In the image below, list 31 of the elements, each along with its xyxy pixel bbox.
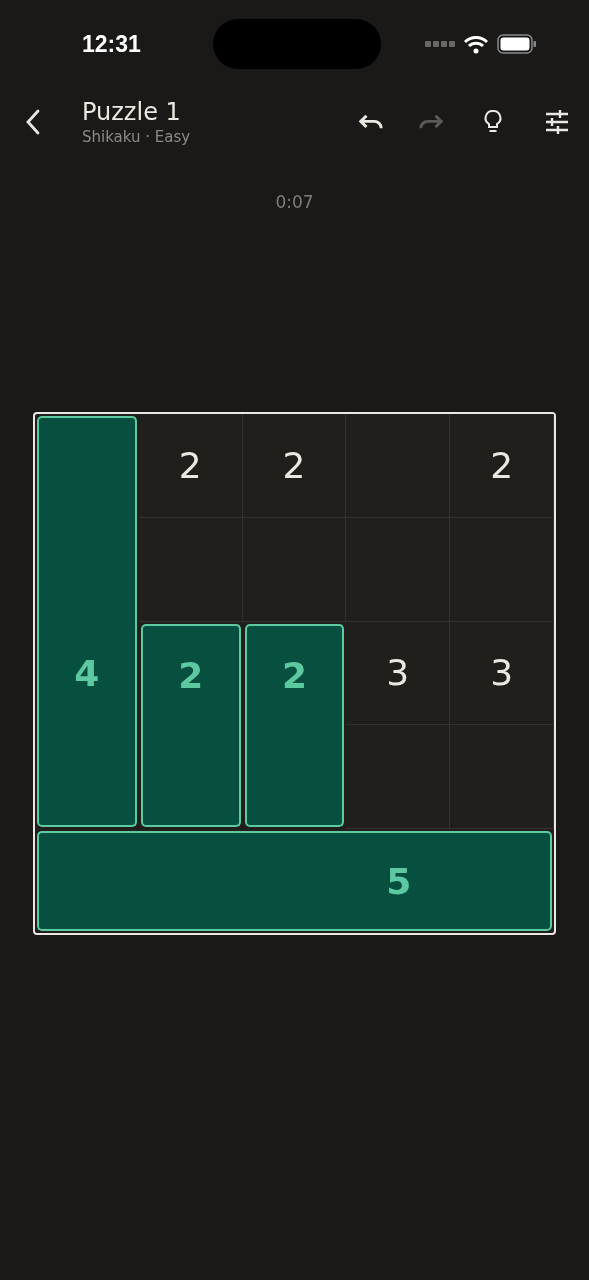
grid-cell[interactable]: 3 — [346, 621, 451, 726]
shaded-cell[interactable] — [140, 725, 241, 828]
shaded-cell[interactable]: 4 — [37, 621, 137, 727]
sliders-icon — [543, 108, 571, 136]
grid-cell[interactable] — [346, 414, 451, 518]
battery-icon — [497, 34, 537, 54]
grid-cell[interactable] — [450, 725, 554, 830]
undo-icon — [359, 113, 383, 131]
shaded-cell[interactable] — [37, 725, 137, 828]
grid-cell[interactable]: 3 — [450, 621, 554, 726]
wifi-icon — [463, 34, 489, 54]
elapsed-time: 0:07 — [275, 192, 314, 212]
shaded-cell[interactable] — [450, 831, 552, 931]
signal-icon — [425, 41, 455, 47]
grid-cell[interactable] — [346, 725, 451, 830]
grid-cell[interactable]: 2 — [138, 414, 243, 518]
shaded-cell[interactable] — [244, 725, 345, 828]
clock-time: 12:31 — [82, 30, 141, 58]
puzzle-title: Puzzle 1 — [82, 97, 182, 127]
chevron-left-icon — [24, 108, 42, 136]
grid-cell[interactable]: 2 — [450, 414, 554, 518]
grid-cell[interactable] — [138, 517, 243, 622]
shaded-cell[interactable] — [37, 831, 140, 931]
grid-cell[interactable]: 2 — [242, 414, 347, 518]
shaded-cell[interactable]: 5 — [346, 831, 452, 931]
shaded-cell[interactable] — [37, 416, 137, 519]
grid-cell[interactable] — [450, 517, 554, 622]
shaded-cell[interactable]: 2 — [140, 623, 241, 727]
shaded-cell[interactable]: 2 — [244, 623, 345, 727]
redo-icon — [419, 113, 443, 131]
puzzle-subtitle: Shikaku · Easy — [82, 127, 192, 147]
